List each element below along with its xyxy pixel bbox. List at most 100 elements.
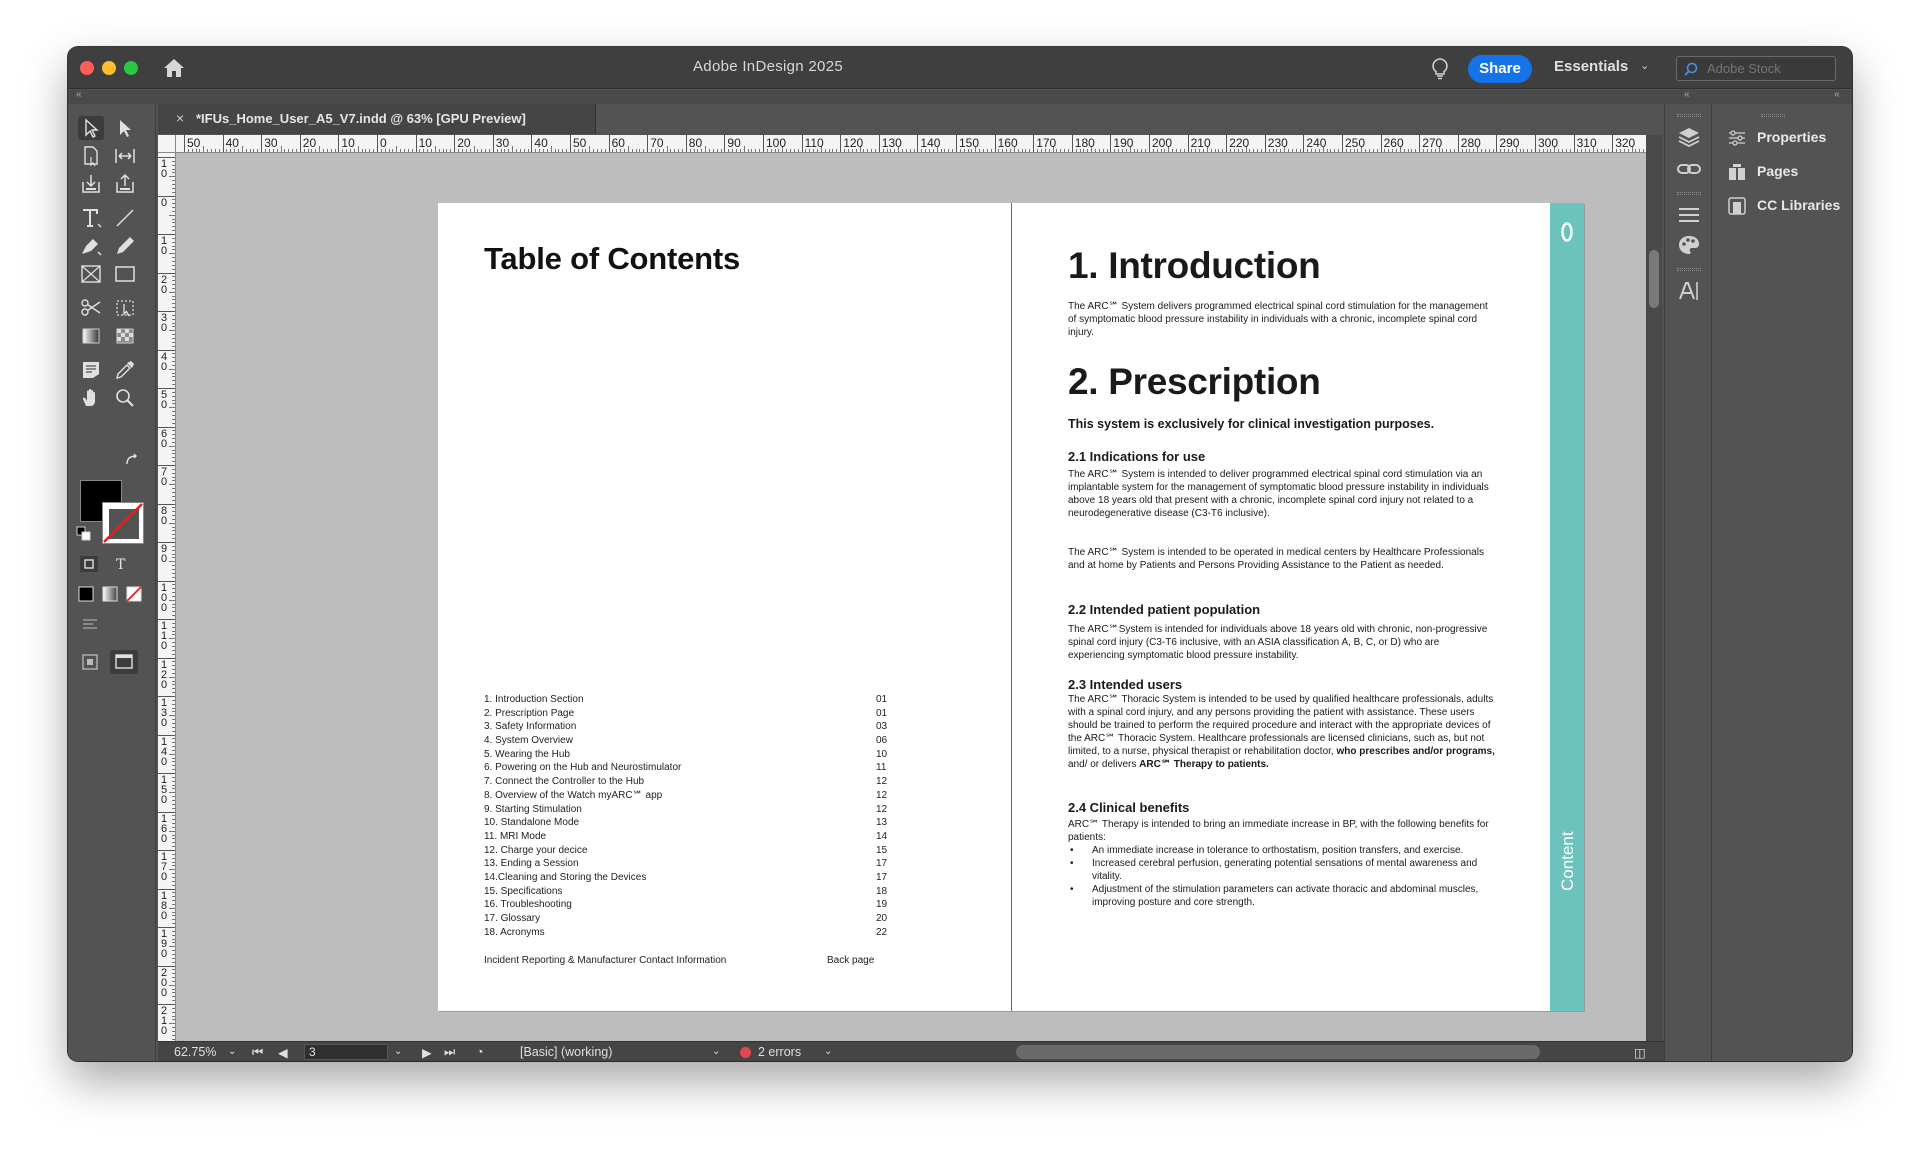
- split-layout-icon[interactable]: ◫: [1634, 1045, 1646, 1060]
- ruler-label: 120: [843, 136, 864, 150]
- gradient-swatch-tool-icon[interactable]: [78, 324, 104, 348]
- swatches-icon[interactable]: [1675, 232, 1703, 258]
- toc-entry[interactable]: 11. MRI Mode 14: [484, 830, 887, 844]
- formatting-affects-text-icon[interactable]: T: [110, 554, 132, 574]
- document-tab[interactable]: × *IFUs_Home_User_A5_V7.indd @ 63% [GPU …: [158, 104, 596, 134]
- type-tool-icon[interactable]: [78, 206, 104, 230]
- adobe-stock-search[interactable]: [1676, 56, 1836, 81]
- pen-tool-icon[interactable]: [78, 234, 104, 258]
- links-icon[interactable]: [1675, 156, 1703, 182]
- toc-entry[interactable]: 2. Prescription Page 01: [484, 707, 887, 721]
- content-placer-tool-icon[interactable]: [112, 172, 138, 196]
- panel-grip-2[interactable]: [1677, 192, 1701, 195]
- toc-entry[interactable]: 6. Powering on the Hub and Neurostimulat…: [484, 761, 886, 775]
- share-button[interactable]: Share: [1468, 55, 1532, 83]
- stroke-panel-icon[interactable]: [1675, 202, 1703, 228]
- pencil-tool-icon[interactable]: [112, 234, 138, 258]
- scissors-tool-icon[interactable]: [78, 296, 104, 320]
- toc-entry[interactable]: 12. Charge your decice 15: [484, 844, 887, 858]
- horizontal-ruler[interactable]: 50 40 30 20 10 0 10 20 30 40 50 60 70 80 90 100 110 120 13…: [176, 135, 1646, 153]
- toc-entry[interactable]: 10. Standalone Mode 13: [484, 816, 887, 830]
- panel-grip-3[interactable]: [1677, 268, 1701, 271]
- errors-dropdown-icon[interactable]: ⌄: [824, 1046, 832, 1057]
- previous-page-icon[interactable]: ◀: [278, 1045, 288, 1060]
- toc-entry[interactable]: 3. Safety Information 03: [484, 720, 887, 734]
- toc-entry-label: 7. Connect the Controller to the Hub: [484, 776, 645, 788]
- right-page[interactable]: 1. Introduction The ARC℠ System delivers…: [1012, 203, 1584, 1011]
- toc-entry[interactable]: 18. Acronyms 22: [484, 926, 887, 940]
- properties-panel-tab[interactable]: Properties: [1727, 126, 1852, 150]
- horizontal-scrollbar[interactable]: [1016, 1045, 1540, 1059]
- document-canvas[interactable]: Table of Contents 1. Introduction Sectio…: [176, 153, 1646, 1041]
- toc-entry[interactable]: 15. Specifications 18: [484, 885, 887, 899]
- line-tool-icon[interactable]: [112, 206, 138, 230]
- page-dropdown-icon[interactable]: ⌄: [394, 1046, 402, 1057]
- normal-view-icon[interactable]: [80, 652, 100, 672]
- toc-entry[interactable]: 9. Starting Stimulation 12: [484, 803, 887, 817]
- page-tool-icon[interactable]: [78, 144, 104, 168]
- zoom-dropdown-icon[interactable]: ⌄: [228, 1046, 236, 1057]
- preflight-dropdown-icon[interactable]: ⌄: [712, 1046, 720, 1057]
- error-count[interactable]: 2 errors: [758, 1045, 801, 1059]
- toc-entry[interactable]: 14.Cleaning and Storing the Devices 17: [484, 871, 887, 885]
- vertical-ruler[interactable]: 1 0 0 1 0 2 0 3 0 4 0 5 0 6 0 7 0 8 0 9 0 1 0 0 1 1 …: [158, 153, 176, 1041]
- preview-mode-icon[interactable]: [110, 650, 138, 674]
- apply-none-icon[interactable]: [124, 584, 144, 604]
- next-page-icon[interactable]: ▶: [422, 1045, 432, 1060]
- first-page-icon[interactable]: ⏮: [252, 1045, 263, 1060]
- character-styles-icon[interactable]: [1675, 278, 1703, 304]
- default-fill-stroke-icon[interactable]: [76, 526, 92, 542]
- toc-entry[interactable]: 1. Introduction Section 01: [484, 693, 887, 707]
- selection-tool-icon[interactable]: [78, 116, 104, 140]
- eyedropper-tool-icon[interactable]: [112, 358, 138, 382]
- pages-panel-tab[interactable]: Pages: [1727, 160, 1852, 184]
- ruler-label: 1 3 0: [161, 697, 168, 729]
- hand-tool-icon[interactable]: [78, 386, 104, 410]
- panel-grip[interactable]: [1677, 114, 1701, 117]
- left-page[interactable]: Table of Contents 1. Introduction Sectio…: [438, 203, 1012, 1011]
- zoom-tool-icon[interactable]: [112, 386, 138, 410]
- ruler-label: 20: [302, 136, 317, 150]
- layers-icon[interactable]: [1675, 124, 1703, 150]
- swap-fill-stroke-icon[interactable]: [124, 452, 140, 468]
- vertical-scroll-thumb[interactable]: [1649, 250, 1659, 308]
- rectangle-frame-tool-icon[interactable]: [78, 262, 104, 286]
- apply-gradient-icon[interactable]: [100, 584, 120, 604]
- clinical-benefits-list: An immediate increase in tolerance to or…: [1068, 845, 1498, 910]
- preflight-profile[interactable]: [Basic] (working): [520, 1045, 612, 1059]
- workspace-switcher[interactable]: Essentials: [1554, 58, 1628, 75]
- gradient-feather-tool-icon[interactable]: [112, 324, 138, 348]
- toc-entry[interactable]: 17. Glossary 20: [484, 912, 887, 926]
- gap-tool-icon[interactable]: [112, 144, 138, 168]
- toc-entry[interactable]: 13. Ending a Session 17: [484, 857, 887, 871]
- lightbulb-icon[interactable]: [1430, 57, 1450, 81]
- close-tab-icon[interactable]: ×: [176, 110, 184, 126]
- rectangle-tool-icon[interactable]: [112, 262, 138, 286]
- collapse-panels-icon[interactable]: «: [1834, 89, 1840, 100]
- formatting-affects-container-icon[interactable]: [78, 554, 100, 574]
- collapse-toolbox-icon[interactable]: «: [76, 89, 82, 100]
- apply-color-icon[interactable]: [76, 584, 96, 604]
- toc-entry[interactable]: 5. Wearing the Hub 10: [484, 748, 887, 762]
- toc-entry[interactable]: 7. Connect the Controller to the Hub 12: [484, 775, 887, 789]
- last-page-icon[interactable]: ⏭: [444, 1045, 455, 1060]
- toc-entry[interactable]: 4. System Overview 06: [484, 734, 887, 748]
- open-page-icon[interactable]: ◔: [476, 1045, 484, 1059]
- note-tool-icon[interactable]: [78, 358, 104, 382]
- ruler-origin[interactable]: [158, 135, 176, 153]
- content-collector-tool-icon[interactable]: [78, 172, 104, 196]
- collapse-icon-strip-icon[interactable]: «: [1684, 89, 1690, 100]
- direct-selection-tool-icon[interactable]: [112, 116, 138, 140]
- toc-entry[interactable]: 16. Troubleshooting 19: [484, 898, 887, 912]
- panels-grip[interactable]: [1761, 114, 1785, 117]
- toc-entry[interactable]: 8. Overview of the Watch myARC℠ app 12: [484, 789, 887, 803]
- zoom-level[interactable]: 62.75%: [174, 1045, 216, 1059]
- free-transform-tool-icon[interactable]: [112, 296, 138, 320]
- stock-search-input[interactable]: [1707, 59, 1827, 78]
- vertical-scrollbar[interactable]: [1646, 135, 1662, 1041]
- page-number-field[interactable]: [304, 1044, 388, 1060]
- panels-dock: Properties Pages CC Libraries: [1713, 104, 1852, 1061]
- cc-libraries-panel-tab[interactable]: CC Libraries: [1727, 194, 1852, 218]
- screen-mode-icon[interactable]: [80, 616, 100, 636]
- chevron-down-icon[interactable]: ⌄: [1640, 59, 1649, 72]
